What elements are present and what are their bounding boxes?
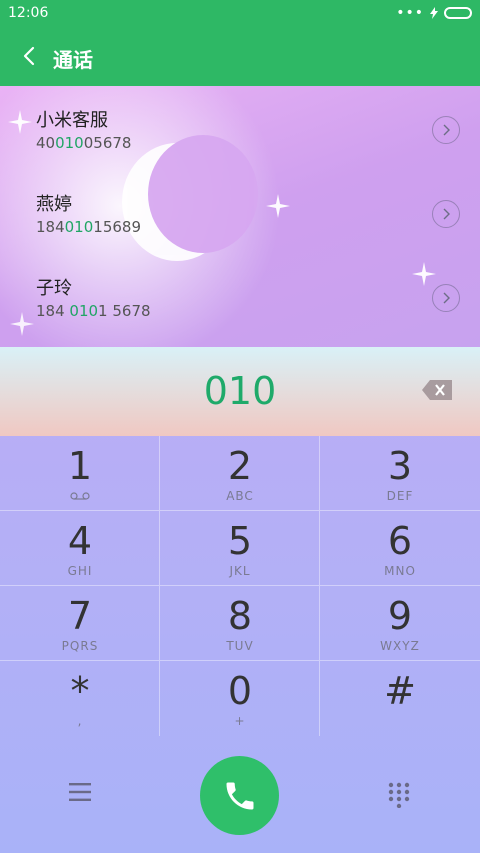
result-row[interactable]: 燕婷 18401015689: [0, 170, 480, 254]
key-hash[interactable]: #: [320, 661, 480, 736]
charging-bolt-icon: [430, 7, 438, 19]
status-icons: •••: [396, 6, 472, 20]
page-title: 通话: [53, 48, 93, 72]
key-letters: +: [234, 714, 246, 728]
key-1[interactable]: 1: [0, 436, 160, 511]
dial-keypad: 1 2 ABC 3 DEF 4 GHI 5 JKL 6 MNO 7 PQRS 8…: [0, 436, 480, 736]
call-button[interactable]: [200, 756, 279, 835]
key-digit: 4: [67, 519, 93, 563]
voicemail-icon: [0, 489, 160, 503]
search-results: 小米客服 4001005678 燕婷 18401015689 子玲 184 01…: [0, 86, 480, 347]
back-chevron-icon[interactable]: [18, 44, 42, 68]
key-letters: DEF: [386, 489, 414, 503]
contact-name: 小米客服: [36, 110, 108, 131]
key-digit: 2: [227, 444, 253, 488]
result-row[interactable]: 小米客服 4001005678: [0, 86, 480, 170]
key-letters: JKL: [229, 564, 251, 578]
bottom-bar: [0, 736, 480, 853]
contact-number: 4001005678: [36, 134, 132, 152]
dialpad-icon[interactable]: [388, 782, 410, 808]
key-4[interactable]: 4 GHI: [0, 511, 160, 586]
more-dots-icon: •••: [396, 5, 424, 21]
key-letters: WXYZ: [380, 639, 420, 653]
menu-icon[interactable]: [69, 781, 91, 803]
contact-name: 燕婷: [36, 194, 72, 215]
key-digit: 8: [227, 594, 253, 638]
key-digit: 6: [387, 519, 413, 563]
key-0[interactable]: 0 +: [160, 661, 320, 736]
battery-icon: [444, 7, 472, 19]
contact-detail-chevron-icon[interactable]: [432, 284, 460, 312]
status-time: 12:06: [8, 5, 49, 21]
dial-input-bar: 010: [0, 347, 480, 436]
key-6[interactable]: 6 MNO: [320, 511, 480, 586]
key-8[interactable]: 8 TUV: [160, 586, 320, 661]
key-letters: MNO: [384, 564, 416, 578]
contact-detail-chevron-icon[interactable]: [432, 200, 460, 228]
dialed-number[interactable]: 010: [0, 369, 480, 413]
key-letters: GHI: [67, 564, 93, 578]
key-3[interactable]: 3 DEF: [320, 436, 480, 511]
contact-number: 184 0101 5678: [36, 302, 151, 320]
key-letters: ABC: [226, 489, 254, 503]
key-digit: 1: [67, 444, 93, 488]
status-bar: 12:06 •••: [0, 0, 480, 28]
key-9[interactable]: 9 WXYZ: [320, 586, 480, 661]
key-digit: 5: [227, 519, 253, 563]
result-row[interactable]: 子玲 184 0101 5678: [0, 254, 480, 338]
key-5[interactable]: 5 JKL: [160, 511, 320, 586]
key-digit: 3: [387, 444, 413, 488]
key-letters: TUV: [226, 639, 254, 653]
key-digit: 9: [387, 594, 413, 638]
contact-name: 子玲: [36, 278, 72, 299]
key-digit: *: [70, 669, 90, 713]
title-bar: 通话: [0, 28, 480, 86]
phone-icon: [226, 782, 253, 809]
key-2[interactable]: 2 ABC: [160, 436, 320, 511]
contact-detail-chevron-icon[interactable]: [432, 116, 460, 144]
backspace-icon[interactable]: [422, 380, 452, 400]
key-letters: ,: [77, 714, 83, 728]
key-letters: PQRS: [61, 639, 99, 653]
key-7[interactable]: 7 PQRS: [0, 586, 160, 661]
key-digit: #: [384, 669, 416, 713]
contact-number: 18401015689: [36, 218, 141, 236]
key-digit: 0: [227, 669, 253, 713]
key-digit: 7: [67, 594, 93, 638]
key-star[interactable]: * ,: [0, 661, 160, 736]
